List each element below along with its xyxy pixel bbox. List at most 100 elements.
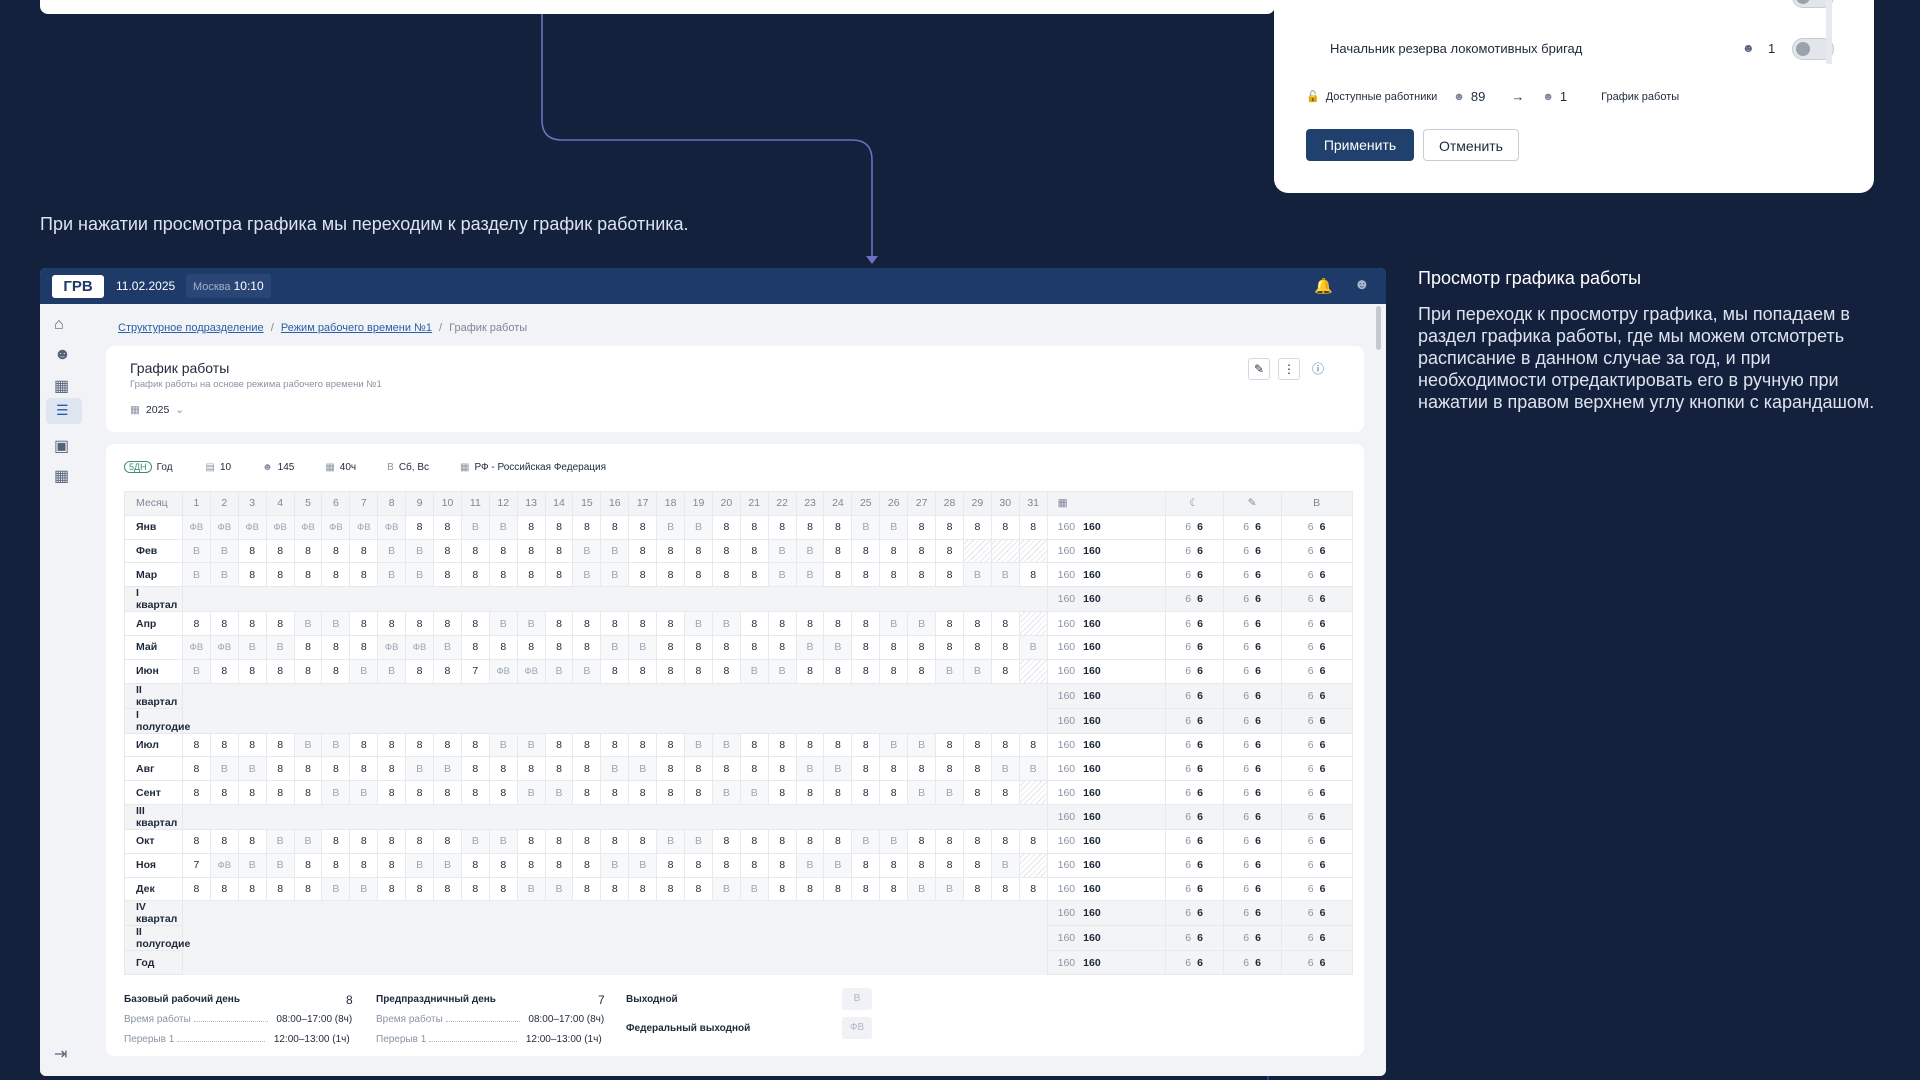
day-cell[interactable]: 8 bbox=[209, 658, 239, 684]
day-cell[interactable]: 8 bbox=[209, 876, 239, 902]
day-cell[interactable]: 8 bbox=[628, 611, 658, 636]
day-cell[interactable]: 8 bbox=[265, 732, 295, 758]
day-cell[interactable]: В bbox=[516, 780, 546, 805]
day-cell[interactable]: 8 bbox=[795, 876, 825, 902]
day-cell[interactable]: 8 bbox=[405, 828, 435, 854]
day-cell[interactable]: 8 bbox=[182, 732, 211, 758]
day-cell[interactable]: В bbox=[544, 780, 574, 805]
day-cell[interactable]: 8 bbox=[907, 658, 937, 684]
day-cell[interactable]: 8 bbox=[293, 634, 323, 660]
day-cell[interactable]: 8 bbox=[711, 852, 741, 878]
day-cell[interactable]: В bbox=[684, 611, 713, 636]
day-cell[interactable]: 8 bbox=[488, 852, 518, 878]
day-cell[interactable]: В bbox=[293, 828, 323, 854]
day-cell[interactable]: В bbox=[516, 732, 546, 758]
day-cell[interactable]: 8 bbox=[879, 876, 909, 902]
day-cell[interactable]: В bbox=[433, 634, 462, 660]
day-cell[interactable]: 8 bbox=[795, 732, 825, 758]
day-cell[interactable]: В bbox=[405, 852, 435, 878]
day-cell[interactable]: В bbox=[265, 634, 295, 660]
day-cell[interactable]: 8 bbox=[600, 514, 630, 540]
day-cell[interactable]: 8 bbox=[935, 634, 964, 660]
day-cell[interactable]: 8 bbox=[795, 828, 825, 854]
day-cell[interactable]: 8 bbox=[628, 538, 658, 564]
day-cell[interactable]: 8 bbox=[321, 828, 351, 854]
day-cell[interactable]: 8 bbox=[405, 514, 435, 540]
day-cell[interactable]: 8 bbox=[907, 634, 937, 660]
day-cell[interactable]: 8 bbox=[628, 732, 658, 758]
year-select[interactable]: ▦ 2025 ⌄ bbox=[130, 404, 184, 416]
day-cell[interactable]: В bbox=[990, 562, 1020, 588]
day-cell[interactable] bbox=[1018, 852, 1048, 878]
day-cell[interactable]: 8 bbox=[600, 611, 630, 636]
day-cell[interactable]: 8 bbox=[209, 611, 239, 636]
day-cell[interactable]: 8 bbox=[656, 658, 686, 684]
day-cell[interactable]: 8 bbox=[433, 562, 462, 588]
day-cell[interactable]: 8 bbox=[433, 876, 462, 902]
day-cell[interactable]: 8 bbox=[237, 876, 267, 902]
day-cell[interactable]: 8 bbox=[600, 780, 630, 805]
day-cell[interactable]: 8 bbox=[209, 780, 239, 805]
day-cell[interactable]: В bbox=[600, 538, 630, 564]
day-cell[interactable]: 8 bbox=[293, 562, 323, 588]
day-cell[interactable]: 8 bbox=[349, 538, 379, 564]
day-cell[interactable]: В bbox=[293, 732, 323, 758]
day-cell[interactable]: 8 bbox=[433, 514, 462, 540]
day-cell[interactable]: 8 bbox=[265, 876, 295, 902]
day-cell[interactable]: 8 bbox=[349, 634, 379, 660]
day-cell[interactable]: 8 bbox=[739, 732, 769, 758]
day-cell[interactable]: В bbox=[488, 514, 518, 540]
day-cell[interactable]: 8 bbox=[516, 756, 546, 782]
day-cell[interactable] bbox=[990, 538, 1020, 564]
day-cell[interactable]: 8 bbox=[711, 538, 741, 564]
day-cell[interactable]: 8 bbox=[962, 780, 992, 805]
day-cell[interactable]: 8 bbox=[237, 538, 267, 564]
day-cell[interactable]: В bbox=[293, 611, 323, 636]
day-cell[interactable]: В bbox=[851, 828, 881, 854]
day-cell[interactable]: 8 bbox=[544, 852, 574, 878]
day-cell[interactable]: 8 bbox=[767, 611, 797, 636]
day-cell[interactable]: 8 bbox=[767, 634, 797, 660]
day-cell[interactable]: В bbox=[907, 780, 937, 805]
day-cell[interactable]: 8 bbox=[656, 852, 686, 878]
day-cell[interactable]: 8 bbox=[935, 852, 964, 878]
day-cell[interactable]: 8 bbox=[795, 780, 825, 805]
day-cell[interactable]: 8 bbox=[293, 756, 323, 782]
day-cell[interactable]: 8 bbox=[962, 828, 992, 854]
day-cell[interactable]: 8 bbox=[488, 756, 518, 782]
day-cell[interactable]: 8 bbox=[767, 876, 797, 902]
day-cell[interactable]: 8 bbox=[684, 876, 713, 902]
day-cell[interactable]: 8 bbox=[460, 634, 490, 660]
day-cell[interactable]: 8 bbox=[711, 634, 741, 660]
day-cell[interactable]: В bbox=[265, 828, 295, 854]
day-cell[interactable]: 8 bbox=[711, 562, 741, 588]
day-cell[interactable] bbox=[1018, 780, 1048, 805]
users-icon[interactable]: ☻ bbox=[54, 346, 72, 364]
home-icon[interactable]: ⌂ bbox=[54, 316, 72, 334]
day-cell[interactable]: В bbox=[962, 658, 992, 684]
day-cell[interactable]: 8 bbox=[739, 611, 769, 636]
day-cell[interactable]: 8 bbox=[488, 876, 518, 902]
user-icon[interactable]: ☻ bbox=[1354, 276, 1370, 293]
day-cell[interactable]: 8 bbox=[600, 658, 630, 684]
day-cell[interactable]: 8 bbox=[572, 756, 602, 782]
day-cell[interactable]: 8 bbox=[879, 658, 909, 684]
day-cell[interactable]: 8 bbox=[711, 756, 741, 782]
day-cell[interactable]: 8 bbox=[739, 562, 769, 588]
day-cell[interactable]: 8 bbox=[544, 732, 574, 758]
day-cell[interactable]: 8 bbox=[433, 732, 462, 758]
day-cell[interactable]: ФВ bbox=[377, 514, 407, 540]
day-cell[interactable]: 8 bbox=[823, 780, 853, 805]
sidebar-active-item[interactable]: ☰ bbox=[46, 398, 82, 424]
day-cell[interactable]: В bbox=[377, 658, 407, 684]
day-cell[interactable]: В bbox=[684, 828, 713, 854]
day-cell[interactable]: 8 bbox=[321, 756, 351, 782]
calendar-icon[interactable]: ▦ bbox=[54, 466, 72, 485]
day-cell[interactable]: 8 bbox=[1018, 876, 1048, 902]
day-cell[interactable] bbox=[962, 538, 992, 564]
day-cell[interactable]: 8 bbox=[739, 852, 769, 878]
day-cell[interactable]: 8 bbox=[656, 780, 686, 805]
day-cell[interactable]: 8 bbox=[544, 634, 574, 660]
day-cell[interactable]: В bbox=[795, 538, 825, 564]
day-cell[interactable]: В bbox=[237, 634, 267, 660]
